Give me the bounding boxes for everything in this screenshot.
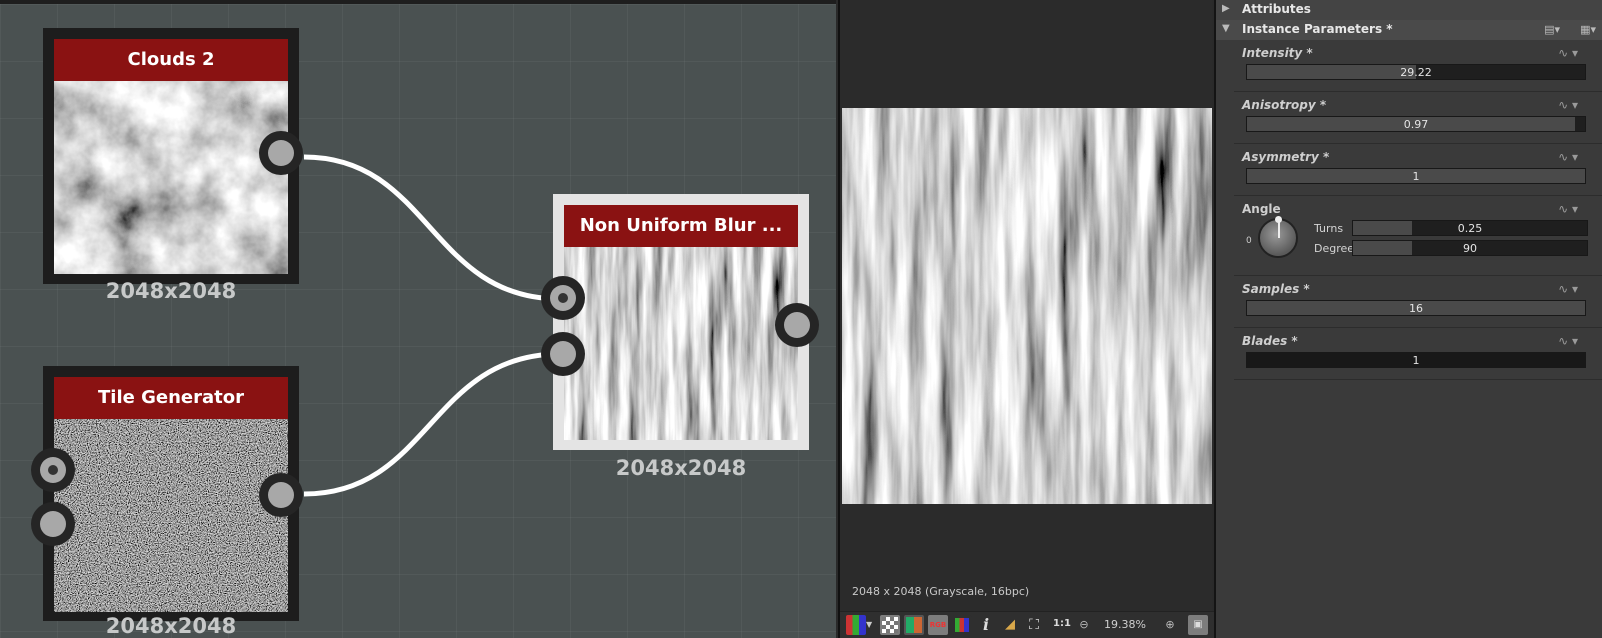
collapse-arrow-icon: ▼: [1222, 23, 1230, 34]
blades-slider[interactable]: 1: [1246, 352, 1586, 368]
slider-value: 1: [1412, 354, 1420, 367]
node-resolution: 2048x2048: [615, 456, 747, 480]
instance-parameters-header[interactable]: ▼ Instance Parameters * ▤▾ ▦▾: [1216, 20, 1602, 40]
node-res-wrap: 2048x2048: [43, 614, 299, 638]
function-icon[interactable]: ∿ ▾: [1558, 334, 1578, 348]
input-port-2[interactable]: [31, 502, 75, 546]
clouds-texture: [54, 81, 288, 274]
turns-slider[interactable]: 0.25: [1352, 220, 1588, 236]
attributes-panel: ▶ Attributes ▼ Instance Parameters * ▤▾ …: [1214, 0, 1602, 638]
function-icon[interactable]: ∿ ▾: [1558, 282, 1578, 296]
node-tile-generator[interactable]: Tile Generator: [31, 366, 303, 621]
expand-arrow-icon: ▶: [1222, 3, 1230, 14]
slider-value: 16: [1409, 302, 1423, 315]
node-resolution: 2048x2048: [105, 279, 237, 303]
chevron-down-icon[interactable]: ▼: [866, 615, 874, 635]
param-label: Anisotropy *: [1242, 98, 1327, 112]
slider-value: 1: [1412, 170, 1420, 183]
one-to-one-icon[interactable]: 1:1: [1053, 618, 1071, 629]
param-label: Angle: [1242, 202, 1281, 216]
zoom-in-icon[interactable]: ⊕: [1160, 615, 1180, 635]
param-label: Asymmetry *: [1242, 150, 1330, 164]
input-port-1[interactable]: [541, 276, 585, 320]
node-resolution: 2048x2048: [105, 614, 237, 638]
slider-value: 0.25: [1457, 222, 1483, 235]
node-graph[interactable]: Clouds 2 2048x2048 Tile Generator 2048x2…: [0, 0, 836, 638]
page-icon[interactable]: ▤▾: [1544, 23, 1560, 36]
intensity-slider[interactable]: 29.22: [1246, 64, 1586, 80]
preview-image[interactable]: [842, 108, 1212, 504]
function-icon[interactable]: ∿ ▾: [1558, 202, 1578, 216]
node-res-wrap: 2048x2048: [553, 456, 809, 486]
param-label: Blades *: [1242, 334, 1298, 348]
param-samples: Samples * ∿ ▾ 16: [1234, 276, 1602, 328]
node-title: Non Uniform Blur ...: [564, 205, 798, 247]
noise-texture: [54, 419, 288, 612]
node-non-uniform-blur[interactable]: Non Uniform Blur ...: [541, 194, 819, 450]
preset-icon[interactable]: ▦▾: [1580, 23, 1596, 36]
angle-zero-label: 0: [1246, 236, 1252, 246]
output-port[interactable]: [259, 131, 303, 175]
dial-handle: [1275, 216, 1282, 223]
image-info: 2048 x 2048 (Grayscale, 16bpc): [852, 585, 1030, 598]
output-port[interactable]: [259, 473, 303, 517]
viewer-toolbar: ▼ RGB i ◢ ⛶ 1:1 ⊖ 19.38% ⊕ ▣: [840, 611, 1214, 638]
attributes-header-label: Attributes: [1242, 2, 1311, 16]
asymmetry-slider[interactable]: 1: [1246, 168, 1586, 184]
preview-texture: [842, 108, 1212, 504]
slider-value: 0.97: [1403, 118, 1429, 131]
histogram-icon[interactable]: ◢: [1000, 615, 1020, 635]
node-title: Clouds 2: [54, 39, 288, 81]
param-blades: Blades * ∿ ▾ 1: [1234, 328, 1602, 380]
param-asymmetry: Asymmetry * ∿ ▾ 1: [1234, 144, 1602, 196]
attributes-header[interactable]: ▶ Attributes: [1216, 0, 1602, 20]
slider-value: 29.22: [1400, 66, 1432, 79]
param-intensity: Intensity * ∿ ▾ 29.22: [1234, 40, 1602, 92]
info-icon[interactable]: i: [976, 615, 996, 635]
function-icon[interactable]: ∿ ▾: [1558, 46, 1578, 60]
zoom-level[interactable]: 19.38%: [1104, 618, 1146, 631]
param-angle: Angle ∿ ▾ 0 Turns 0.25 Degrees 90: [1234, 196, 1602, 276]
blur-thumbnail: [564, 247, 798, 440]
clouds-thumbnail: [54, 81, 288, 274]
rgb-channels-icon[interactable]: [846, 615, 866, 635]
function-icon[interactable]: ∿ ▾: [1558, 98, 1578, 112]
function-icon[interactable]: ∿ ▾: [1558, 150, 1578, 164]
anisotropy-slider[interactable]: 0.97: [1246, 116, 1586, 132]
param-label: Intensity *: [1242, 46, 1313, 60]
node-clouds-2[interactable]: Clouds 2: [43, 28, 303, 284]
2d-viewer[interactable]: 2048 x 2048 (Grayscale, 16bpc) ▼ RGB i ◢…: [838, 0, 1214, 638]
node-title: Tile Generator: [54, 377, 288, 419]
lock-icon[interactable]: ▣: [1188, 615, 1208, 635]
input-port-1[interactable]: [31, 448, 75, 492]
input-port-2[interactable]: [541, 332, 585, 376]
color-picker-icon[interactable]: [952, 615, 972, 635]
slider-value: 90: [1463, 242, 1477, 255]
node-res-wrap: 2048x2048: [43, 279, 299, 309]
streaks-texture: [564, 247, 798, 440]
param-anisotropy: Anisotropy * ∿ ▾ 0.97: [1234, 92, 1602, 144]
wire-tile-to-blur: [303, 351, 561, 497]
fit-icon[interactable]: ⛶: [1024, 615, 1044, 635]
output-port[interactable]: [775, 303, 819, 347]
zoom-out-icon[interactable]: ⊖: [1074, 615, 1094, 635]
color-chart-icon[interactable]: [904, 615, 924, 635]
turns-label: Turns: [1314, 222, 1344, 235]
instance-header-label: Instance Parameters *: [1242, 22, 1393, 36]
rgb-toggle-icon[interactable]: RGB: [928, 615, 948, 635]
degrees-slider[interactable]: 90: [1352, 240, 1588, 256]
tile-thumbnail: [54, 419, 288, 612]
angle-dial[interactable]: [1258, 216, 1298, 258]
checker-icon[interactable]: [880, 615, 900, 635]
samples-slider[interactable]: 16: [1246, 300, 1586, 316]
wire-clouds-to-blur: [303, 154, 561, 302]
param-label: Samples *: [1242, 282, 1310, 296]
